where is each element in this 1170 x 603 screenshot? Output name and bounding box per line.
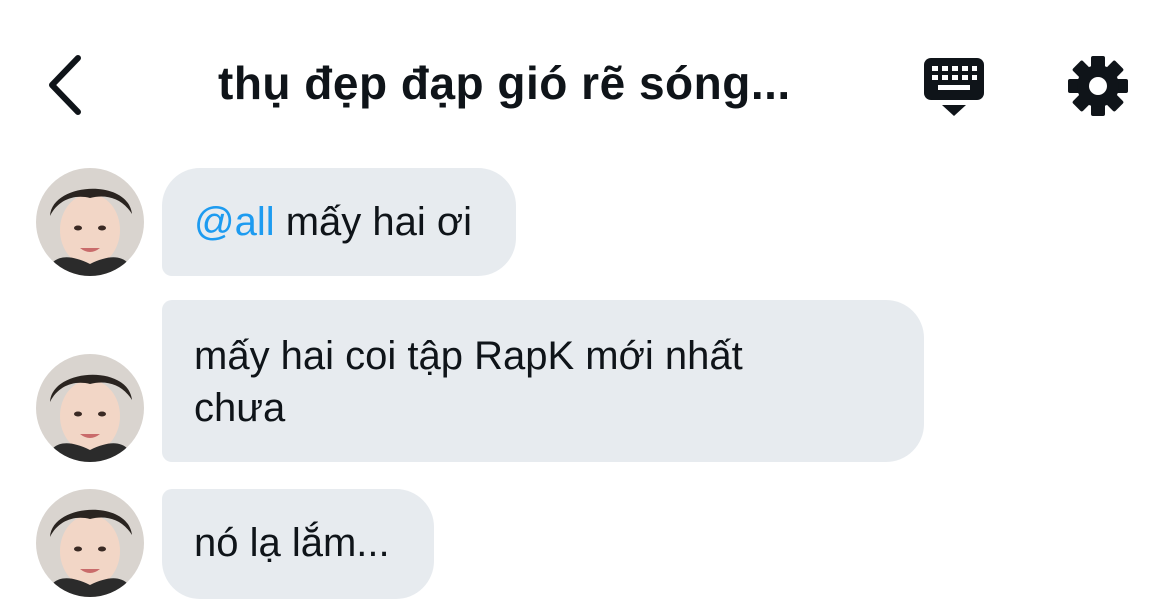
message-bubble[interactable]: nó lạ lắm... (162, 489, 434, 599)
message-text: mấy hai ơi (274, 200, 473, 244)
settings-button[interactable] (1066, 54, 1130, 118)
chevron-left-icon (49, 55, 81, 115)
conversation-header: thụ đẹp đạp gió rẽ sóng... (0, 0, 1170, 170)
message-text: nó lạ lắm... (194, 521, 390, 565)
keyboard-button[interactable] (920, 56, 988, 118)
gear-icon (1068, 56, 1128, 116)
dm-conversation-screen: thụ đẹp đạp gió rẽ sóng... @all mấy hai … (0, 0, 1170, 603)
message-text-line: mấy hai coi tập RapK mới nhất (194, 334, 743, 378)
back-button[interactable] (40, 50, 96, 120)
conversation-title[interactable]: thụ đẹp đạp gió rẽ sóng... (218, 56, 791, 110)
mention-link[interactable]: @all (194, 200, 275, 244)
avatar-image (36, 168, 144, 276)
avatar-image (36, 489, 144, 597)
sender-avatar[interactable] (36, 354, 144, 462)
keyboard-icon (924, 58, 984, 116)
message-bubble[interactable]: @all mấy hai ơi (162, 168, 516, 276)
message-bubble[interactable]: mấy hai coi tập RapK mới nhất chưa (162, 300, 924, 462)
avatar-image (36, 354, 144, 462)
sender-avatar[interactable] (36, 489, 144, 597)
message-text-line: chưa (194, 386, 286, 430)
sender-avatar[interactable] (36, 168, 144, 276)
